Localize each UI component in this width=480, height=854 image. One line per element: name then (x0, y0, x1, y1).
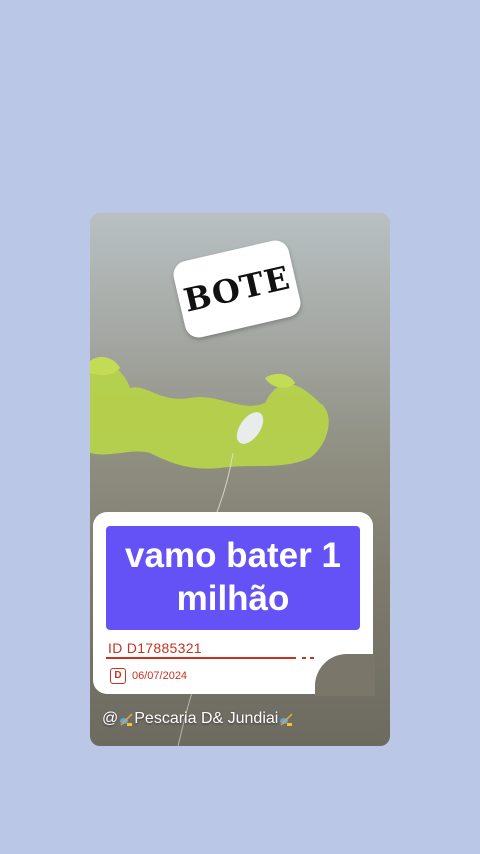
id-underline (106, 657, 296, 659)
fishing-rod-icon (120, 713, 133, 726)
at-sign: @ (102, 710, 119, 727)
headline-banner: vamo bater 1 milhão (106, 526, 360, 630)
overlay-notch (315, 654, 375, 696)
d-badge-icon: D (110, 668, 126, 684)
headline-line-2: milhão (176, 579, 290, 618)
channel-name: Pescaria D& Jundiai (134, 710, 279, 727)
channel-handle[interactable]: @ Pescaria D& Jundiai (102, 710, 294, 728)
sticker-text: BOTE (180, 258, 294, 320)
id-underline-dashes (302, 657, 318, 659)
video-id: ID D17885321 (108, 640, 202, 656)
fishing-rod-icon (280, 713, 293, 726)
date-stamp: D 06/07/2024 (110, 668, 187, 684)
stamp-date: 06/07/2024 (132, 670, 188, 682)
headline-line-1: vamo bater 1 (125, 536, 341, 575)
